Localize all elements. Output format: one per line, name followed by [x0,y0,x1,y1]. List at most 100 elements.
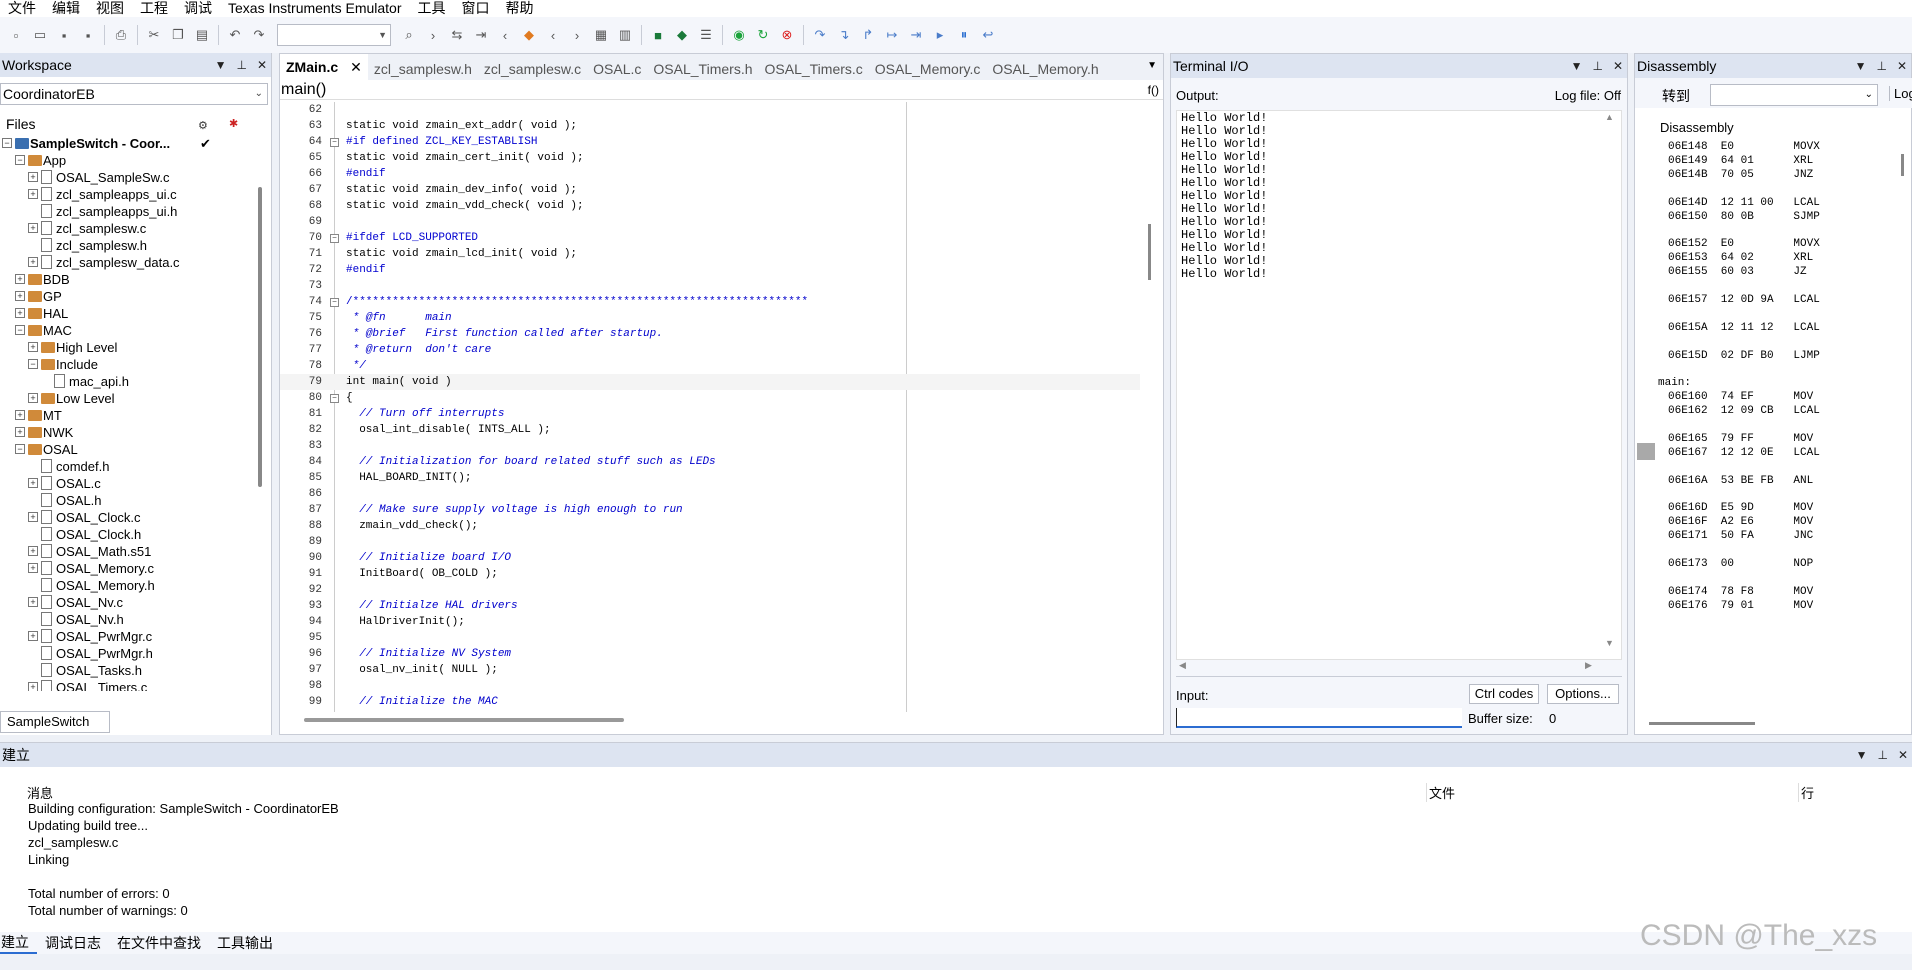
find-icon[interactable]: ⌕ [400,26,418,44]
replace-icon[interactable]: ⇆ [448,26,466,44]
copy-icon[interactable]: ❐ [169,26,187,44]
chevron-down-icon[interactable]: ▼ [1855,59,1867,73]
debug-download-icon[interactable]: ■ [649,26,667,44]
code-line[interactable]: 88 zmain_vdd_check(); [280,518,1140,534]
expand-icon[interactable]: + [15,308,25,318]
reset-icon[interactable]: ◉ [730,26,748,44]
editor-tab[interactable]: ZMain.c ✕ [280,54,368,80]
terminal-output[interactable]: Hello World! Hello World! Hello World! Hell… [1176,110,1622,660]
menu-tools[interactable]: 工具 [410,0,454,17]
tree-scrollbar[interactable] [254,135,266,691]
ctrl-codes-button[interactable]: Ctrl codes [1469,684,1539,704]
collapse-icon[interactable]: − [15,325,25,335]
code-line[interactable]: 87 // Make sure supply voltage is high e… [280,502,1140,518]
break-icon[interactable]: ⏸ [955,26,973,44]
pin-icon[interactable]: ⊥ [1877,748,1887,762]
code-line[interactable]: 71 static void zmain_lcd_init( void ); [280,246,1140,262]
options-button[interactable]: Options... [1547,684,1619,704]
code-line[interactable]: 89 [280,534,1140,550]
code-line[interactable]: 63 static void zmain_ext_addr( void ); [280,118,1140,134]
code-line[interactable]: 90 // Initialize board I/O [280,550,1140,566]
expand-icon[interactable]: + [28,682,38,691]
editor-tab[interactable]: zcl_samplesw.c [478,58,587,80]
code-line[interactable]: 73 [280,278,1140,294]
step-over-icon[interactable]: ↷ [811,26,829,44]
expand-icon[interactable]: + [28,478,38,488]
expand-icon[interactable]: + [28,342,38,352]
menu-view[interactable]: 视图 [88,0,132,17]
menu-emulator[interactable]: Texas Instruments Emulator [220,0,410,17]
code-line[interactable]: 77 * @return don't care [280,342,1140,358]
step-out-icon[interactable]: ↱ [859,26,877,44]
next-statement-icon[interactable]: ↦ [883,26,901,44]
code-area[interactable]: 62 63 static void zmain_ext_addr( void ); 6… [280,102,1140,712]
tabs-overflow-icon[interactable]: ▼ [1147,60,1157,71]
goto-icon[interactable]: ⇥ [472,26,490,44]
column-message[interactable]: 消息 [27,783,53,802]
compile-icon[interactable]: ▦ [592,26,610,44]
editor-tab[interactable]: OSAL_Memory.h [986,58,1104,80]
expand-icon[interactable]: + [15,410,25,420]
code-line[interactable]: 76 * @brief First function called after … [280,326,1140,342]
collapse-icon[interactable]: − [28,359,38,369]
code-line[interactable]: 83 [280,438,1140,454]
code-line[interactable]: 64− #if defined ZCL_KEY_ESTABLISH [280,134,1140,150]
code-line[interactable]: 91 InitBoard( OB_COLD ); [280,566,1140,582]
editor-vscroll[interactable] [1148,224,1151,280]
expand-icon[interactable]: + [28,546,38,556]
configuration-select[interactable]: CoordinatorEB ⌄ [0,83,268,105]
code-line[interactable]: 95 [280,630,1140,646]
find-next-icon[interactable]: › [424,26,442,44]
pin-icon[interactable]: ⊥ [1876,59,1886,73]
redo-icon[interactable]: ↷ [250,26,268,44]
code-line[interactable]: 85 HAL_BOARD_INIT(); [280,470,1140,486]
expand-icon[interactable]: + [28,597,38,607]
code-line[interactable]: 86 [280,486,1140,502]
nav-back-icon[interactable]: ‹ [496,26,514,44]
editor-tab[interactable]: OSAL.c [587,58,647,80]
nav-prev-icon[interactable]: ‹ [544,26,562,44]
bookmark-icon[interactable]: ◆ [520,26,538,44]
code-line[interactable]: 92 [280,582,1140,598]
code-line[interactable]: 96 // Initialize NV System [280,646,1140,662]
expand-icon[interactable]: + [28,512,38,522]
chevron-down-icon[interactable]: ▼ [1856,748,1868,762]
code-line[interactable]: 74−/************************************… [280,294,1140,310]
log-label[interactable]: Log [1889,86,1912,101]
fold-icon[interactable]: − [330,138,339,147]
tab-find-in-files[interactable]: 在文件中查找 [109,933,209,953]
collapse-icon[interactable]: − [2,138,12,148]
save-all-icon[interactable]: ▪ [79,26,97,44]
run-to-cursor-icon[interactable]: ⇥ [907,26,925,44]
code-line[interactable]: 68 static void zmain_vdd_check( void ); [280,198,1140,214]
menu-debug[interactable]: 调试 [176,0,220,17]
breakpoint-icon[interactable]: ☰ [697,26,715,44]
code-line[interactable]: 72 #endif [280,262,1140,278]
editor-tab[interactable]: zcl_samplesw.h [368,58,478,80]
editor-tab[interactable]: OSAL_Memory.c [869,58,987,80]
pin-icon[interactable]: ⊥ [1592,59,1602,73]
fold-icon[interactable]: − [330,394,339,403]
menu-edit[interactable]: 编辑 [44,0,88,17]
close-tab-icon[interactable]: ✕ [350,59,362,75]
stop-debug-icon[interactable]: ⊗ [778,26,796,44]
expand-icon[interactable]: + [15,427,25,437]
code-line[interactable]: 98 [280,678,1140,694]
code-line[interactable]: 80−{ [280,390,1140,406]
close-icon[interactable]: ✕ [257,58,267,72]
code-line[interactable]: 78 */ [280,358,1140,374]
close-icon[interactable]: ✕ [1613,59,1623,73]
new-file-icon[interactable]: ▫ [7,26,25,44]
print-icon[interactable]: ⎙ [112,26,130,44]
step-into-icon[interactable]: ↴ [835,26,853,44]
chevron-down-icon[interactable]: ▼ [1571,59,1583,73]
scroll-left-icon[interactable]: ◀ [1179,660,1186,671]
expand-icon[interactable]: + [28,172,38,182]
terminal-input[interactable] [1176,708,1462,728]
code-line[interactable]: 62 [280,102,1140,118]
expand-icon[interactable]: + [15,291,25,301]
workspace-tab[interactable]: SampleSwitch [0,711,110,733]
expand-icon[interactable]: + [28,189,38,199]
chevron-down-icon[interactable]: ▼ [215,58,227,72]
editor-tab[interactable]: OSAL_Timers.c [759,58,869,80]
